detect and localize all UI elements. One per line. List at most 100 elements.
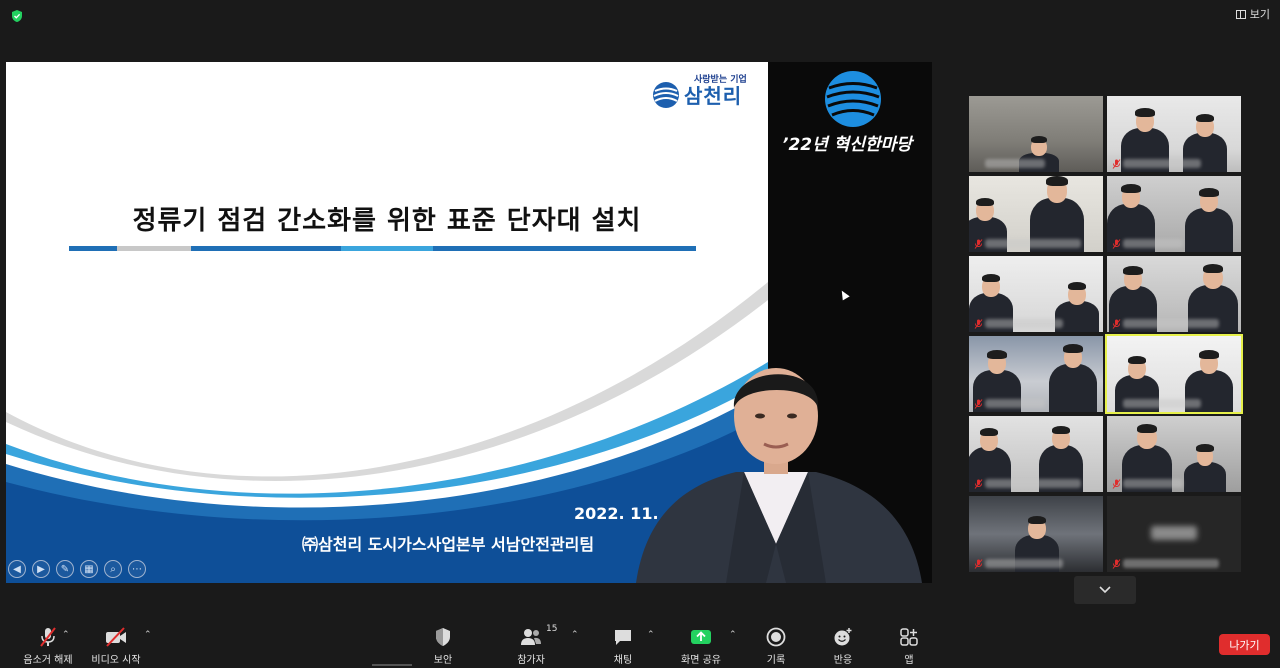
muted-microphone-icon <box>1112 319 1121 329</box>
chat-bubble-icon <box>615 630 631 645</box>
muted-microphone-icon <box>974 239 983 249</box>
participant-name <box>985 159 1045 168</box>
presenter-video <box>636 368 922 583</box>
chat-options-caret[interactable]: ⌃ <box>647 630 655 640</box>
participant-figure <box>1185 207 1233 252</box>
next-slide-icon[interactable]: ▶ <box>32 560 50 578</box>
participant-hair <box>1136 424 1158 433</box>
view-grid-icon <box>1235 9 1246 19</box>
muted-microphone-icon <box>974 479 983 489</box>
participant-tile[interactable] <box>969 176 1103 252</box>
participants-options-caret[interactable]: ⌃ <box>571 630 579 640</box>
participant-name <box>985 239 1081 248</box>
muted-microphone-icon <box>1112 239 1121 249</box>
encryption-shield-icon[interactable] <box>10 9 24 23</box>
participants-button[interactable]: 15 참가자 <box>493 624 569 666</box>
participant-name-placeholder <box>1151 526 1197 540</box>
participant-tile[interactable] <box>1107 496 1241 572</box>
unmute-button[interactable]: 음소거 해제 <box>10 626 86 666</box>
participant-tile[interactable] <box>969 496 1103 572</box>
video-options-caret[interactable]: ⌃ <box>144 630 152 640</box>
slides-grid-icon[interactable]: ▦ <box>80 560 98 578</box>
muted-microphone-icon <box>1112 479 1121 489</box>
reaction-emoji-icon <box>834 628 852 646</box>
pen-icon[interactable]: ✎ <box>56 560 74 578</box>
participant-hair <box>1063 344 1083 353</box>
participant-name <box>1123 319 1219 328</box>
participant-tile[interactable] <box>1105 334 1243 414</box>
share-screen-label: 화면 공유 <box>681 655 721 666</box>
participant-hair <box>1123 266 1143 275</box>
participant-hair <box>1067 282 1087 290</box>
security-label: 보안 <box>433 655 453 666</box>
gallery-next-page-button[interactable] <box>1074 576 1136 604</box>
participant-hair <box>1127 356 1147 364</box>
shared-screen: 사랑받는 기업 삼천리 정류기 점검 간소화를 위한 표준 단자대 설치 202… <box>6 62 932 583</box>
slideshow-controls: ◀ ▶ ✎ ▦ ⌕ ⋯ <box>8 560 146 578</box>
participant-name <box>985 479 1081 488</box>
microphone-muted-icon <box>40 627 56 647</box>
record-icon <box>766 627 786 647</box>
apps-button[interactable]: 앱 <box>871 626 947 666</box>
samchully-logo-icon <box>653 81 679 108</box>
participants-icon <box>521 629 541 645</box>
chevron-down-icon <box>1099 586 1111 594</box>
participant-hair <box>1202 264 1224 273</box>
share-screen-button[interactable]: 화면 공유 <box>663 626 739 666</box>
zoom-meeting-window: 보기 사랑받는 기업 삼천리 정류기 점검 간소화를 위한 표준 단자대 설치 … <box>0 0 1280 668</box>
leave-meeting-button[interactable]: 나가기 <box>1219 634 1270 655</box>
participant-tile[interactable] <box>1107 256 1241 332</box>
participant-name <box>1123 239 1183 248</box>
participant-tile[interactable] <box>969 256 1103 332</box>
unmute-label: 음소거 해제 <box>23 655 73 666</box>
start-video-label: 비디오 시작 <box>91 655 141 666</box>
participant-hair <box>975 198 995 206</box>
participant-hair <box>1135 108 1155 117</box>
title-underline <box>69 246 696 251</box>
participant-name <box>1123 399 1201 408</box>
participant-tile[interactable] <box>969 336 1103 412</box>
brand-logo: 삼천리 <box>652 80 742 109</box>
start-video-button[interactable]: 비디오 시작 <box>78 626 154 666</box>
participant-hair <box>1027 516 1047 524</box>
participant-name <box>1123 159 1201 168</box>
apps-icon <box>900 628 918 646</box>
participants-count: 15 <box>546 624 558 634</box>
more-options-icon[interactable]: ⋯ <box>128 560 146 578</box>
security-button[interactable]: 보안 <box>405 626 481 666</box>
chat-label: 채팅 <box>613 655 633 666</box>
record-label: 기록 <box>766 655 786 666</box>
participant-hair <box>1199 350 1219 359</box>
participant-tile[interactable] <box>1107 416 1241 492</box>
participant-hair <box>1045 176 1068 186</box>
reactions-label: 반응 <box>833 655 853 666</box>
video-camera-off-icon <box>106 627 126 647</box>
view-button[interactable]: 보기 <box>1235 6 1270 22</box>
reactions-button[interactable]: 반응 <box>805 626 881 666</box>
participant-name <box>1123 559 1219 568</box>
participant-tile[interactable] <box>1107 176 1241 252</box>
participant-hair <box>1199 188 1219 197</box>
muted-microphone-icon <box>1112 159 1121 169</box>
slide-organization: ㈜삼천리 도시가스사업본부 서남안전관리팀 <box>302 535 595 554</box>
participant-hair <box>981 274 1001 282</box>
participant-tile[interactable] <box>969 416 1103 492</box>
zoom-icon[interactable]: ⌕ <box>104 560 122 578</box>
record-button[interactable]: 기록 <box>738 626 814 666</box>
participant-name <box>985 319 1063 328</box>
participant-hair <box>979 428 999 436</box>
share-options-caret[interactable]: ⌃ <box>729 630 737 640</box>
participant-tile[interactable] <box>969 96 1103 172</box>
muted-microphone-icon <box>974 319 983 329</box>
previous-slide-icon[interactable]: ◀ <box>8 560 26 578</box>
participant-name <box>1123 479 1183 488</box>
security-shield-icon <box>436 628 450 646</box>
muted-microphone-icon <box>974 399 983 409</box>
participant-name <box>985 399 1045 408</box>
muted-microphone-icon <box>1112 559 1121 569</box>
participant-hair <box>1195 114 1215 122</box>
audio-options-caret[interactable]: ⌃ <box>62 630 70 640</box>
brand-name: 삼천리 <box>684 84 743 108</box>
participant-tile[interactable] <box>1107 96 1241 172</box>
participant-hair <box>1030 136 1048 143</box>
